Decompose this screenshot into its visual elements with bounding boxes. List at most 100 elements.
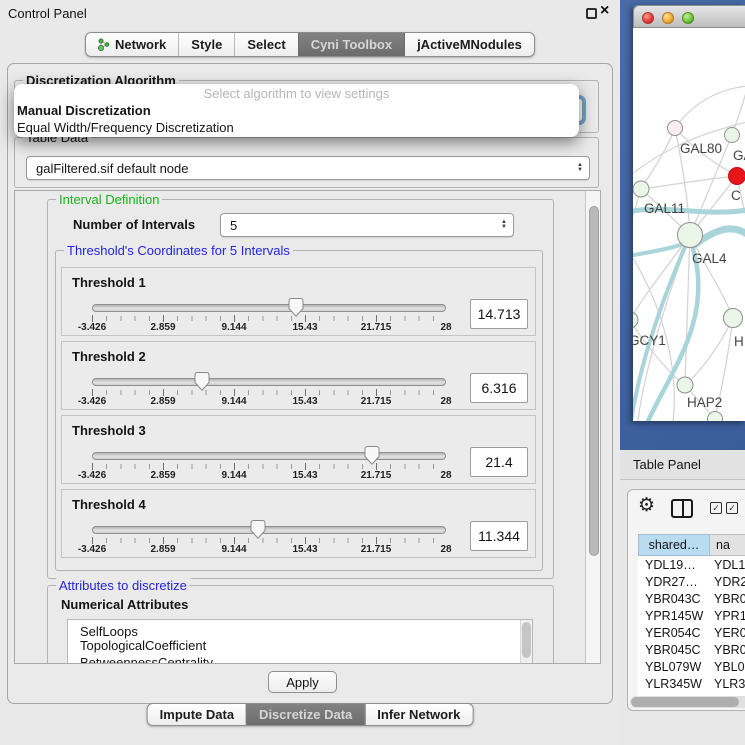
threshold-1-slider[interactable] (92, 304, 446, 312)
tab-infer-network[interactable]: Infer Network (364, 704, 472, 725)
tick-label: 21.715 (361, 396, 392, 407)
threshold-1-label: Threshold 1 (72, 275, 146, 290)
tab-impute-data[interactable]: Impute Data (148, 704, 246, 725)
tab-network[interactable]: Network (86, 33, 178, 56)
node-gcy1[interactable] (633, 312, 638, 328)
top-tab-bar: Network Style Select Cyni Toolbox jActiv… (85, 32, 535, 57)
tab-style[interactable]: Style (178, 33, 234, 56)
node-gal4[interactable] (678, 223, 703, 248)
interval-definition-group-title: Interval Definition (56, 192, 162, 207)
threshold-2-label: Threshold 2 (72, 349, 146, 364)
list-scrollbar[interactable] (520, 620, 532, 664)
column-header-name[interactable]: na (710, 534, 745, 556)
slider-track[interactable] (92, 378, 446, 386)
node-red-selected[interactable] (729, 168, 745, 185)
node-ga[interactable] (725, 128, 740, 143)
minimize-traffic-light-icon[interactable] (662, 12, 674, 24)
table-row[interactable]: YDL19…YDL1 (638, 556, 745, 573)
zoom-traffic-light-icon[interactable] (682, 12, 694, 24)
threshold-4-value-field[interactable]: 11.344 (470, 521, 528, 551)
vertical-scrollbar[interactable] (585, 191, 601, 663)
tick-label: 15.43 (292, 470, 317, 481)
slider-track[interactable] (92, 526, 446, 534)
network-icon (98, 37, 110, 52)
table-row[interactable]: YER054CYER0 (638, 624, 745, 641)
threshold-1-value-field[interactable]: 14.713 (470, 299, 528, 329)
horizontal-scrollbar-thumb[interactable] (631, 697, 739, 707)
threshold-3-slider[interactable] (92, 452, 446, 460)
tick-label: 2.859 (150, 396, 175, 407)
table-row[interactable]: YBL079WYBL0 (638, 658, 745, 675)
threshold-2-panel: Threshold 2 -3.426 2.859 9.144 15.43 21.… (61, 341, 536, 410)
node-gal80[interactable] (668, 121, 683, 136)
split-columns-icon[interactable] (671, 499, 693, 518)
number-of-intervals-select[interactable]: 5 ▲▼ (220, 213, 514, 237)
table-panel-titlebar: Table Panel (620, 450, 745, 480)
threshold-2-slider[interactable] (92, 378, 446, 386)
network-canvas[interactable]: GAL80 GA C GAL11 GAL4 GCY1 H HAP2 (633, 28, 745, 421)
tick-label: 2.859 (150, 544, 175, 555)
bottom-tab-bar: Impute Data Discretize Data Infer Networ… (147, 703, 474, 726)
table-panel-body: ⚙ ✓ ✓ shared… na YDL19…YDL1 YDR27…YDR2 Y… (627, 489, 745, 711)
dropdown-placeholder-item: Select algorithm to view settings (14, 84, 579, 102)
tab-jactivemnodules[interactable]: jActiveMNodules (404, 33, 534, 56)
dropdown-option-equal-width[interactable]: Equal Width/Frequency Discretization (14, 119, 579, 136)
vertical-scrollbar-thumb[interactable] (589, 206, 599, 556)
slider-track[interactable] (92, 452, 446, 460)
node-gal11[interactable] (633, 181, 649, 197)
attributes-group-title: Attributes to discretize (56, 578, 190, 593)
close-traffic-light-icon[interactable] (642, 12, 654, 24)
number-of-intervals-value: 5 (230, 218, 237, 233)
network-graph[interactable]: GAL80 GA C GAL11 GAL4 GCY1 H HAP2 (633, 28, 745, 421)
dropdown-option-manual-discretization[interactable]: Manual Discretization (14, 102, 579, 119)
threshold-3-panel: Threshold 3 -3.426 2.859 9.144 15.43 21.… (61, 415, 536, 484)
checkbox-icon[interactable]: ✓ (710, 502, 722, 514)
table-row[interactable]: YLR345WYLR3 (638, 675, 745, 692)
tab-select[interactable]: Select (234, 33, 297, 56)
table-panel-title: Table Panel (633, 457, 701, 472)
table-data-select[interactable]: galFiltered.sif default node ▲▼ (26, 156, 590, 180)
tick-label: 28 (440, 544, 451, 555)
threshold-1-panel: Threshold 1 -3.426 2.859 9.144 15.43 21.… (61, 267, 536, 336)
table-row[interactable]: YBR045CYBR0 (638, 641, 745, 658)
tab-discretize-data[interactable]: Discretize Data (246, 704, 364, 725)
threshold-2-value-field[interactable]: 6.316 (470, 373, 528, 403)
tab-cyni-toolbox[interactable]: Cyni Toolbox (298, 33, 404, 56)
column-header-shared-name[interactable]: shared… (638, 534, 710, 556)
slider-major-ticks (92, 389, 447, 396)
apply-button[interactable]: Apply (268, 671, 337, 693)
combo-stepper-icon: ▲▼ (577, 163, 583, 173)
threshold-4-panel: Threshold 4 -3.426 2.859 9.144 15.43 21.… (61, 489, 536, 558)
slider-track[interactable] (92, 304, 446, 312)
checkbox-icon[interactable]: ✓ (726, 502, 738, 514)
close-icon[interactable]: × (600, 2, 609, 20)
node-label: H (734, 334, 744, 349)
node-h[interactable] (724, 309, 743, 328)
threshold-3-label: Threshold 3 (72, 423, 146, 438)
table-row[interactable]: YBR043CYBR0 (638, 590, 745, 607)
list-item[interactable]: BetweennessCentrality (68, 654, 532, 664)
tick-label: 28 (440, 396, 451, 407)
table-row[interactable]: YDR27…YDR2 (638, 573, 745, 590)
gear-icon[interactable]: ⚙ (638, 494, 655, 517)
float-window-icon[interactable] (586, 8, 597, 19)
node-hap2[interactable] (677, 377, 693, 393)
list-scrollbar-thumb[interactable] (522, 622, 531, 658)
tick-label: 9.144 (221, 396, 246, 407)
tick-label: 21.715 (361, 322, 392, 333)
slider-major-ticks (92, 537, 447, 544)
threshold-4-label: Threshold 4 (72, 497, 146, 512)
list-item[interactable]: TopologicalCoefficient (68, 637, 532, 654)
thresholds-group-title: Threshold's Coordinates for 5 Intervals (64, 243, 293, 258)
settings-scroll-area: Interval Definition Number of Intervals … (14, 190, 601, 664)
tick-label: 15.43 (292, 396, 317, 407)
list-item[interactable]: SelfLoops (68, 620, 532, 637)
tick-label: -3.426 (78, 470, 106, 481)
numerical-attributes-list[interactable]: SelfLoops TopologicalCoefficient Between… (67, 619, 533, 664)
table-row[interactable]: YPR145WYPR1 (638, 607, 745, 624)
horizontal-scrollbar[interactable] (630, 696, 745, 708)
threshold-3-value-field[interactable]: 21.4 (470, 447, 528, 477)
table-rows: YDL19…YDL1 YDR27…YDR2 YBR043CYBR0 YPR145… (638, 556, 745, 698)
network-window-titlebar[interactable] (633, 5, 745, 28)
threshold-4-slider[interactable] (92, 526, 446, 534)
